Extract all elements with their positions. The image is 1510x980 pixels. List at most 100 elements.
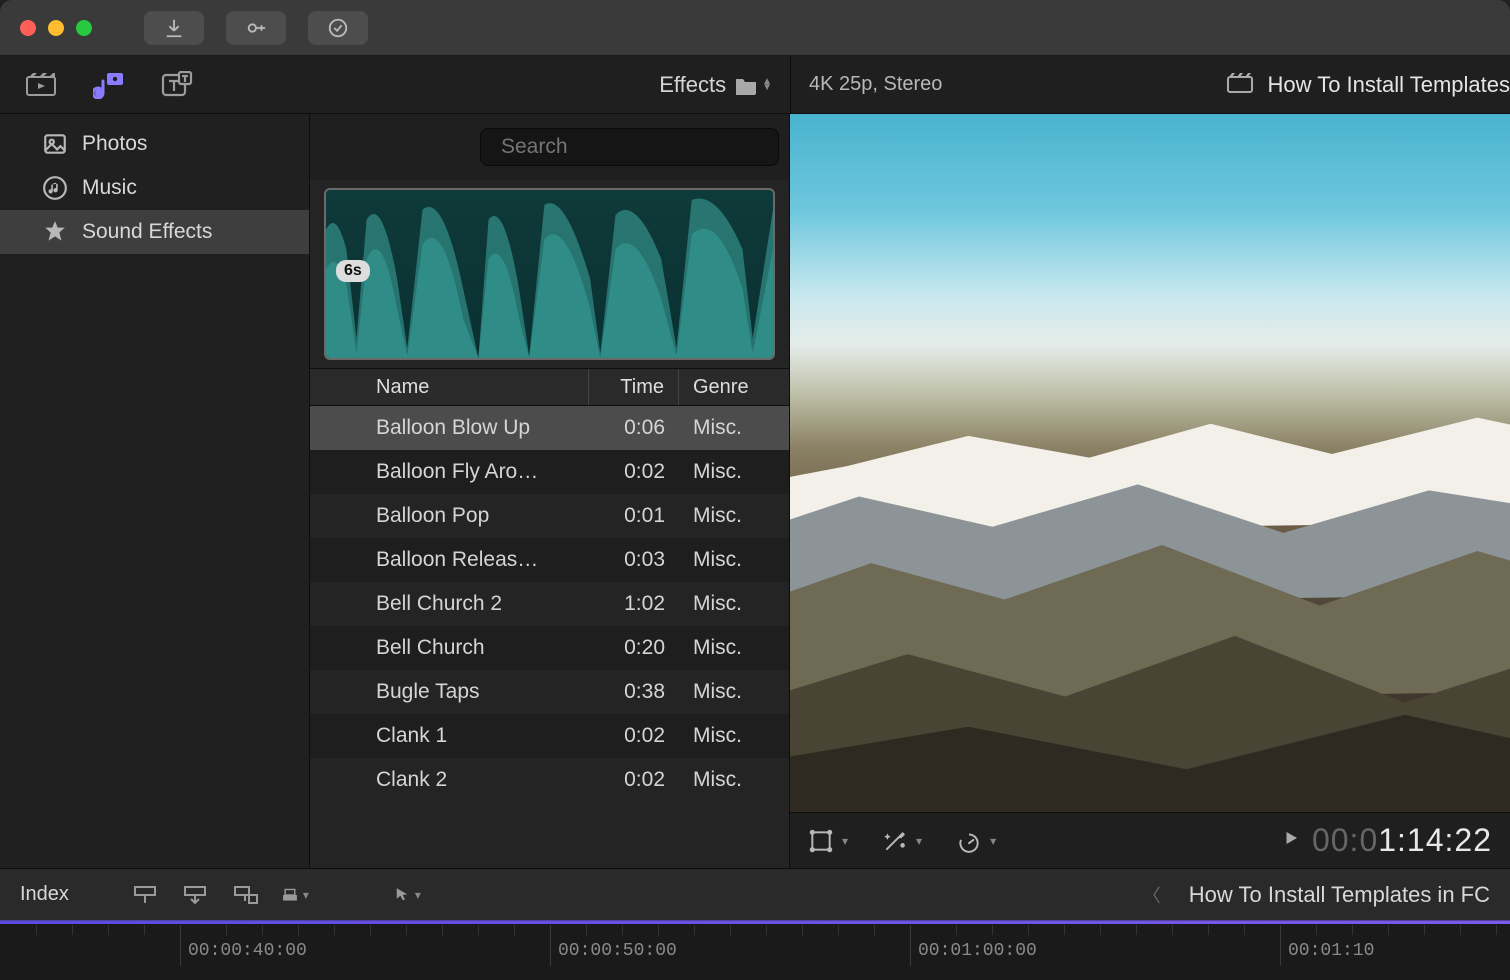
insert-clip-button[interactable] <box>181 883 209 907</box>
browser-selector-popup[interactable]: ▲▼ <box>734 75 772 95</box>
retime-tool-button[interactable]: ▾ <box>956 828 996 854</box>
cell-time: 0:01 <box>589 494 679 538</box>
chevron-down-icon: ▾ <box>916 834 922 848</box>
select-tool-button[interactable]: ▾ <box>393 883 421 907</box>
cell-genre: Misc. <box>679 450 789 494</box>
table-row[interactable]: Balloon Fly Aro…0:02Misc. <box>310 450 789 494</box>
cell-genre: Misc. <box>679 626 789 670</box>
library-tab-audio[interactable] <box>92 70 126 100</box>
header-bar: Effects ▲▼ 4K 25p, Stereo How To Install… <box>0 56 1510 114</box>
search-field[interactable] <box>480 128 779 166</box>
sidebar-item-label: Music <box>82 176 137 200</box>
viewer-title: How To Install Templates <box>1267 72 1510 98</box>
ruler-label: 00:00:40:00 <box>188 941 307 961</box>
table-row[interactable]: Bell Church 21:02Misc. <box>310 582 789 626</box>
project-name: How To Install Templates in FC <box>1189 882 1490 908</box>
viewer-format-label: 4K 25p, Stereo <box>809 73 942 96</box>
maximize-window-button[interactable] <box>76 20 92 36</box>
cell-genre: Misc. <box>679 582 789 626</box>
sidebar-item-label: Photos <box>82 132 147 156</box>
chevron-down-icon: ▾ <box>990 834 996 848</box>
cell-time: 0:02 <box>589 714 679 758</box>
clips-table-body: Balloon Blow Up0:06Misc.Balloon Fly Aro…… <box>310 406 789 868</box>
table-row[interactable]: Bugle Taps0:38Misc. <box>310 670 789 714</box>
cell-name: Bugle Taps <box>366 670 589 714</box>
ruler-label: 00:01:10 <box>1288 941 1374 961</box>
cell-genre: Misc. <box>679 758 789 802</box>
library-tab-clips[interactable] <box>24 70 58 100</box>
ruler-label: 00:01:00:00 <box>918 941 1037 961</box>
append-clip-button[interactable] <box>231 883 259 907</box>
column-header-time[interactable]: Time <box>589 369 679 405</box>
waveform-duration-badge: 6s <box>336 260 370 282</box>
audio-waveform-preview[interactable]: 6s <box>324 188 775 360</box>
cell-time: 1:02 <box>589 582 679 626</box>
cell-name: Balloon Blow Up <box>366 406 589 450</box>
photos-icon <box>42 131 68 157</box>
cell-time: 0:02 <box>589 450 679 494</box>
main-area: Photos Music Sound Effects <box>0 114 1510 868</box>
cell-name: Clank 2 <box>366 758 589 802</box>
index-button[interactable]: Index <box>20 883 69 906</box>
cell-genre: Misc. <box>679 538 789 582</box>
table-row[interactable]: Balloon Releas…0:03Misc. <box>310 538 789 582</box>
column-header-name[interactable]: Name <box>366 369 589 405</box>
overwrite-clip-button[interactable]: ▾ <box>281 883 309 907</box>
library-tab-titles[interactable] <box>160 70 194 100</box>
sound-effects-icon <box>42 219 68 245</box>
cell-name: Bell Church 2 <box>366 582 589 626</box>
transform-tool-button[interactable]: ▾ <box>808 828 848 854</box>
window-titlebar <box>0 0 1510 56</box>
minimize-window-button[interactable] <box>48 20 64 36</box>
cell-genre: Misc. <box>679 714 789 758</box>
sidebar-item-label: Sound Effects <box>82 220 212 244</box>
traffic-lights <box>20 20 92 36</box>
cell-genre: Misc. <box>679 670 789 714</box>
viewer-panel: ▾ ▾ ▾ 00:01:14:22 <box>790 114 1510 868</box>
ruler-label: 00:00:50:00 <box>558 941 677 961</box>
cell-name: Bell Church <box>366 626 589 670</box>
chevron-down-icon: ▾ <box>842 834 848 848</box>
cell-time: 0:03 <box>589 538 679 582</box>
clips-table-header: Name Time Genre <box>310 368 789 406</box>
timeline-toolbar: Index ▾ ▾ 〈 How To Install Templates in … <box>0 868 1510 920</box>
cell-time: 0:02 <box>589 758 679 802</box>
cell-genre: Misc. <box>679 406 789 450</box>
table-row[interactable]: Balloon Pop0:01Misc. <box>310 494 789 538</box>
search-input[interactable] <box>501 135 772 159</box>
cell-name: Balloon Pop <box>366 494 589 538</box>
sidebar-item-sound-effects[interactable]: Sound Effects <box>0 210 309 254</box>
chevron-updown-icon: ▲▼ <box>762 79 772 91</box>
timecode-display: 00:01:14:22 <box>1312 822 1492 859</box>
close-window-button[interactable] <box>20 20 36 36</box>
import-button[interactable] <box>144 11 204 45</box>
background-tasks-button[interactable] <box>308 11 368 45</box>
cell-name: Clank 1 <box>366 714 589 758</box>
cell-genre: Misc. <box>679 494 789 538</box>
timeline-back-button[interactable]: 〈 <box>1143 882 1161 908</box>
table-row[interactable]: Clank 20:02Misc. <box>310 758 789 802</box>
table-row[interactable]: Bell Church0:20Misc. <box>310 626 789 670</box>
viewer-video[interactable] <box>790 114 1510 812</box>
play-button[interactable] <box>1282 829 1300 852</box>
table-row[interactable]: Balloon Blow Up0:06Misc. <box>310 406 789 450</box>
enhance-tool-button[interactable]: ▾ <box>882 828 922 854</box>
keyword-button[interactable] <box>226 11 286 45</box>
cell-time: 0:38 <box>589 670 679 714</box>
cell-time: 0:20 <box>589 626 679 670</box>
browser-panel: 6s Name Time Genre Balloon Blow Up0:06Mi… <box>310 114 790 868</box>
connect-clip-button[interactable] <box>131 883 159 907</box>
viewer-toolbar: ▾ ▾ ▾ 00:01:14:22 <box>790 812 1510 868</box>
column-header-genre[interactable]: Genre <box>679 369 789 405</box>
cell-name: Balloon Releas… <box>366 538 589 582</box>
music-icon <box>42 175 68 201</box>
media-sidebar: Photos Music Sound Effects <box>0 114 310 868</box>
sidebar-item-music[interactable]: Music <box>0 166 309 210</box>
sidebar-item-photos[interactable]: Photos <box>0 122 309 166</box>
cell-time: 0:06 <box>589 406 679 450</box>
browser-selector-label: Effects <box>659 72 726 98</box>
clapperboard-icon <box>1227 71 1253 99</box>
preview-landscape <box>790 351 1510 812</box>
timeline-ruler[interactable]: 00:00:40:00 00:00:50:00 00:01:00:00 00:01:1… <box>0 920 1510 980</box>
table-row[interactable]: Clank 10:02Misc. <box>310 714 789 758</box>
